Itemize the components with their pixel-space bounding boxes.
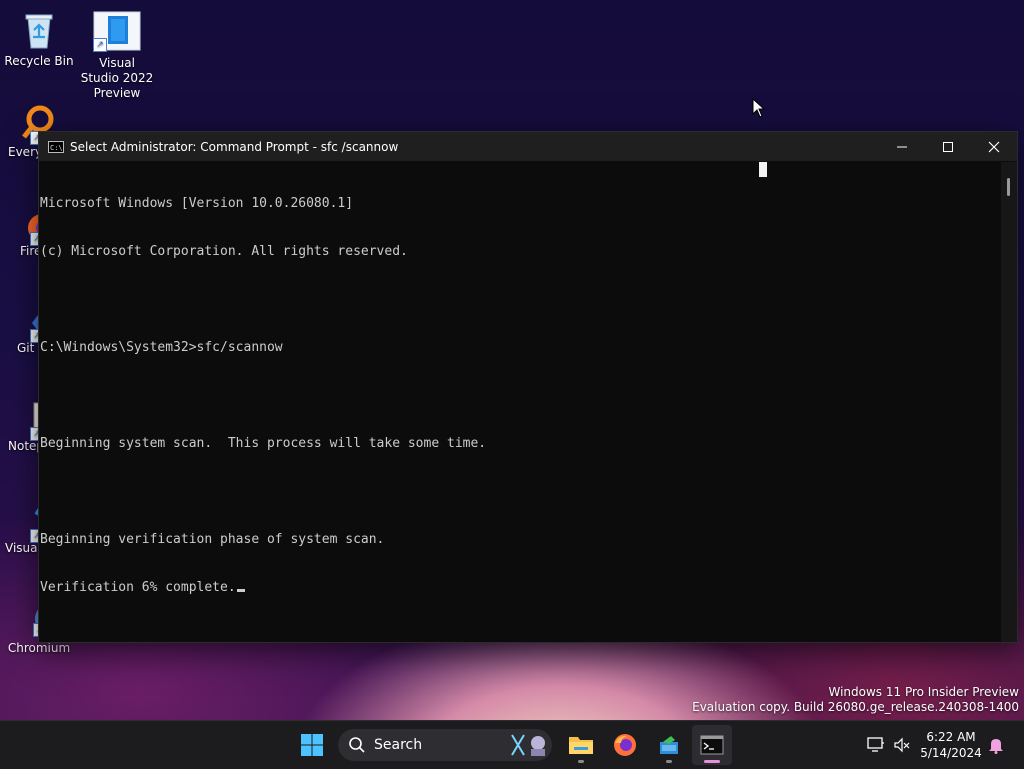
maximize-button[interactable] (925, 132, 971, 161)
console-line: (c) Microsoft Corporation. All rights re… (40, 244, 408, 259)
folder-icon (569, 737, 593, 754)
volume-muted-icon (894, 737, 910, 753)
taskbar-clock[interactable]: 6:22 AM 5/14/2024 (916, 729, 986, 761)
text-cursor (236, 589, 245, 592)
watermark-line-edition: Windows 11 Pro Insider Preview (828, 685, 1019, 699)
console-output[interactable]: Microsoft Windows [Version 10.0.26080.1]… (39, 162, 1001, 642)
firefox-icon (614, 734, 636, 756)
taskbar-app-green[interactable] (649, 725, 689, 765)
taskbar-file-explorer[interactable] (561, 725, 601, 765)
running-indicator (666, 760, 672, 763)
terminal-icon (700, 735, 724, 755)
console-line: Microsoft Windows [Version 10.0.26080.1] (40, 196, 354, 211)
vertical-scrollbar[interactable] (1001, 162, 1017, 642)
close-icon (988, 141, 1000, 152)
minimize-icon (897, 146, 907, 147)
search-label: Search (374, 737, 423, 753)
desktop-icon-recycle-bin[interactable]: Recycle Bin (1, 10, 77, 69)
console-line: Beginning system scan. This process will… (40, 436, 487, 451)
tray-volume-icon[interactable] (893, 721, 911, 769)
taskbar-firefox[interactable] (605, 725, 645, 765)
desktop-icon-label: Chromium (7, 641, 71, 655)
recycle-bin-icon (19, 10, 59, 50)
close-button[interactable] (971, 132, 1017, 161)
command-prompt-window[interactable]: C:\ Select Administrator: Command Prompt… (38, 131, 1018, 643)
desktop-icon-visual-studio[interactable]: ↗ Visual Studio 2022 Preview (79, 10, 155, 101)
visual-studio-icon: ↗ (93, 10, 141, 52)
window-titlebar[interactable]: C:\ Select Administrator: Command Prompt… (39, 132, 1017, 161)
taskbar-search-box[interactable]: Search (338, 729, 552, 761)
console-line-current: Verification 6% complete. (40, 580, 1001, 596)
start-button[interactable] (292, 725, 332, 765)
shortcut-arrow-icon: ↗ (93, 38, 107, 52)
console-line: Beginning verification phase of system s… (40, 532, 385, 547)
running-indicator (578, 760, 584, 763)
tray-network-icon[interactable] (866, 721, 886, 769)
mouse-pointer-icon (752, 97, 766, 122)
desktop-icon-label: Visual Studio 2022 Preview (80, 56, 154, 100)
bell-icon (989, 739, 1003, 754)
search-highlight-icon (511, 734, 545, 756)
evaluation-watermark: Windows 11 Pro Insider Preview Evaluatio… (692, 685, 1019, 715)
desktop-icon-label: Recycle Bin (4, 54, 74, 68)
maximize-icon (943, 141, 953, 152)
windows-logo-icon (301, 734, 323, 756)
network-icon (867, 737, 884, 752)
clock-date: 5/14/2024 (920, 746, 982, 760)
clock-time: 6:22 AM (926, 730, 976, 744)
scrollbar-thumb[interactable] (1007, 178, 1010, 196)
search-icon (349, 737, 365, 753)
console-line-text: Verification 6% complete. (40, 580, 236, 595)
window-title: Select Administrator: Command Prompt - s… (70, 139, 399, 154)
active-indicator (704, 760, 720, 763)
notifications-button[interactable] (988, 721, 1004, 769)
taskbar-command-prompt[interactable] (692, 725, 732, 765)
console-line: C:\Windows\System32>sfc/scannow (40, 340, 283, 355)
minimize-button[interactable] (879, 132, 925, 161)
snipping-tool-icon (660, 736, 678, 754)
watermark-line-build: Evaluation copy. Build 26080.ge_release.… (692, 700, 1019, 714)
command-prompt-icon: C:\ (48, 140, 64, 153)
taskbar: Search 6:22 AM 5/14/2024 (0, 720, 1024, 769)
